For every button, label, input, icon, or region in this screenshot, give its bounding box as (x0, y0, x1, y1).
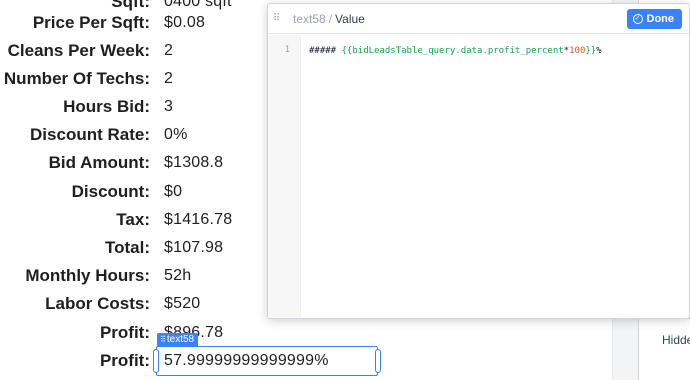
editor-title: text58/Value (293, 12, 365, 26)
check-circle-icon: ✓ (632, 14, 643, 24)
code-editor-body[interactable]: 1 ##### {{bidLeadsTable_query.data.profi… (268, 35, 689, 318)
detail-value: 52h (164, 267, 192, 284)
detail-label: Bid Amount: (48, 153, 150, 172)
code-editor-popup: ⠿ text58/Value ✓ Done 1 ##### {{bidLeads… (267, 3, 690, 319)
widget-name-tag[interactable]: ⠿ text58 (157, 333, 199, 346)
selected-text-widget[interactable]: 57.99999999999999% (153, 346, 381, 376)
detail-value: $520 (164, 295, 201, 312)
code-number: 100 (569, 46, 586, 56)
detail-label: Hours Bid: (63, 97, 150, 116)
done-label: Done (646, 13, 675, 25)
code-binding-close: }} (585, 46, 597, 56)
detail-value: $0 (164, 183, 183, 200)
detail-label: Tax: (116, 210, 150, 229)
drag-grip-icon: ⠿ (160, 335, 166, 344)
detail-label: Discount: (71, 182, 150, 201)
detail-label: Total: (104, 238, 150, 257)
code-binding-reference: bidLeadsTable_query.data.profit_percent (352, 46, 564, 56)
detail-value: $1308.8 (164, 154, 224, 171)
editor-widget-name: text58 (293, 11, 326, 26)
resize-handle-left[interactable] (153, 349, 159, 373)
code-prefix: ##### (309, 46, 342, 56)
code-binding-open: {{ (341, 46, 353, 56)
detail-value: $0.08 (164, 14, 206, 31)
line-number: 1 (284, 45, 290, 55)
code-suffix: % (596, 46, 602, 56)
detail-label: Profit: (99, 351, 150, 370)
detail-label: Monthly Hours: (25, 266, 150, 285)
detail-value: $1416.78 (164, 211, 233, 228)
drag-handle-icon[interactable]: ⠿ (273, 13, 291, 24)
widget-name: text58 (166, 334, 195, 345)
detail-label: Price Per Sqft: (32, 13, 150, 32)
detail-label: Labor Costs: (45, 294, 150, 313)
detail-value: 2 (164, 70, 174, 87)
line-number-gutter: 1 (268, 35, 301, 318)
detail-row-profit: Profit: $896.78 (0, 319, 420, 347)
detail-value: 0% (164, 126, 188, 143)
resize-handle-right[interactable] (375, 349, 381, 373)
editor-header: ⠿ text58/Value ✓ Done (268, 4, 689, 34)
code-line[interactable]: ##### {{bidLeadsTable_query.data.profit_… (309, 46, 602, 56)
profit-percent-value: 57.99999999999999% (164, 352, 329, 369)
detail-label: Number Of Techs: (3, 69, 150, 88)
done-button[interactable]: ✓ Done (626, 9, 682, 29)
detail-value: $107.98 (164, 239, 224, 256)
editor-field-name: Value (335, 11, 365, 26)
detail-label: Discount Rate: (30, 125, 150, 144)
hidden-property-label: Hidde (662, 333, 690, 347)
detail-label: Cleans Per Week: (7, 41, 150, 60)
detail-value: 2 (164, 42, 174, 59)
detail-value: 3 (164, 98, 174, 115)
detail-label: Profit: (99, 323, 150, 342)
editor-title-separator: / (328, 11, 333, 26)
